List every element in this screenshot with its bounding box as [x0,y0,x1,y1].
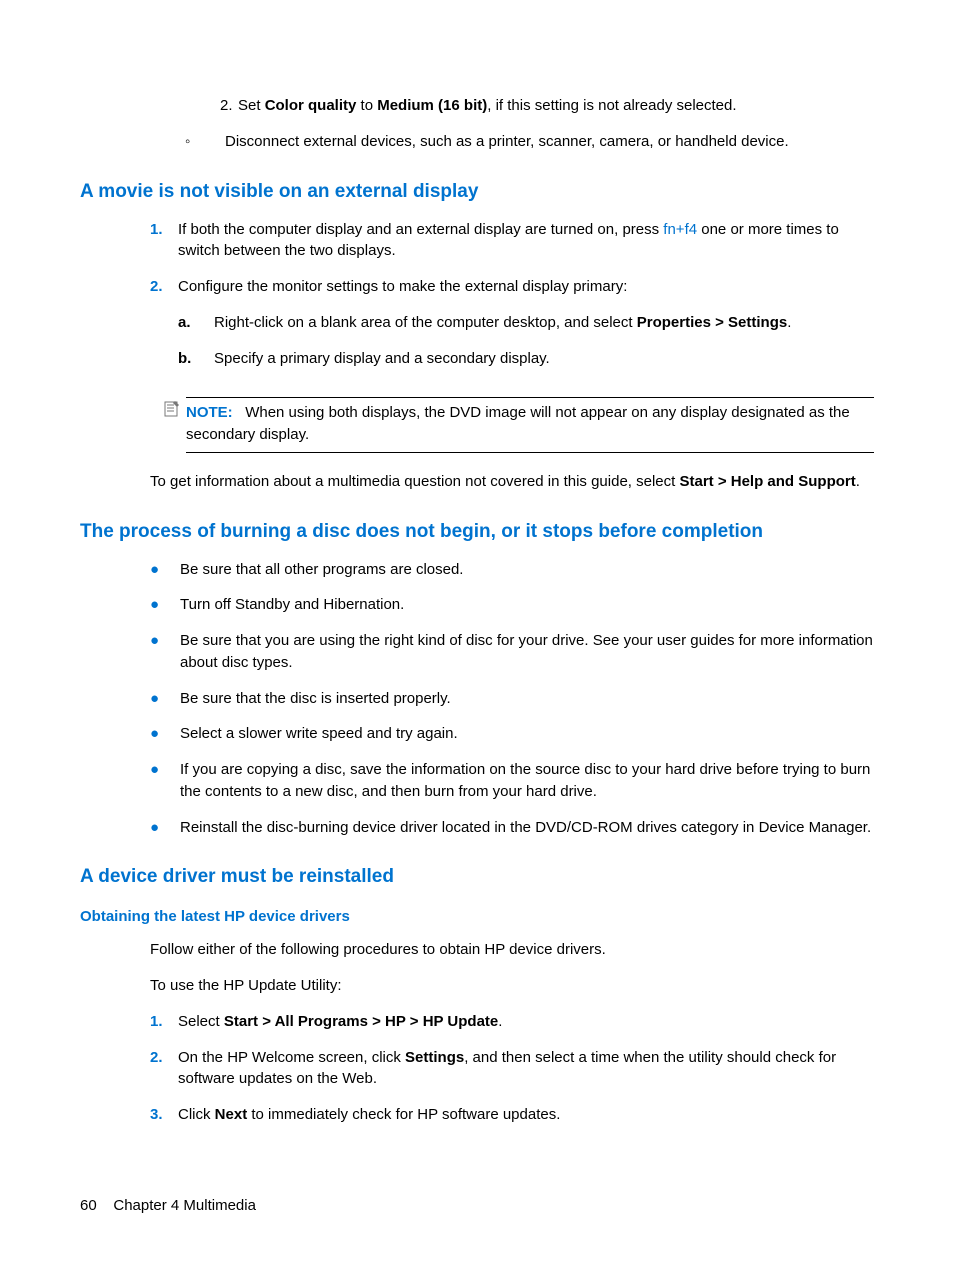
step: 2. Configure the monitor settings to mak… [80,276,874,383]
substep-text: Right-click on a blank area of the compu… [214,312,791,334]
step-number: 2. [80,95,238,117]
sub-step: a. Right-click on a blank area of the co… [178,312,874,334]
step-text: Configure the monitor settings to make t… [178,276,874,383]
movie-steps: 1. If both the computer display and an e… [80,219,874,384]
note-label: NOTE: [186,404,233,421]
list-item: ◦ Disconnect external devices, such as a… [80,131,874,153]
step-number: 1. [80,1011,178,1033]
heading-driver: A device driver must be reinstalled [80,866,874,888]
step-number: 1. [80,219,178,263]
bullet-icon: ● [80,594,180,616]
substep-text: Specify a primary display and a secondar… [214,348,550,370]
page-footer: 60 Chapter 4 Multimedia [80,1197,256,1214]
list-item: ●Be sure that all other programs are clo… [80,559,874,581]
list-item: ●Reinstall the disc-burning device drive… [80,817,874,839]
list-text: Select a slower write speed and try agai… [180,723,458,745]
continued-steps: 2. Set Color quality to Medium (16 bit),… [80,95,874,117]
list-text: If you are copying a disc, save the info… [180,759,874,803]
list-text: Turn off Standby and Hibernation. [180,594,404,616]
note-block: NOTE: When using both displays, the DVD … [164,397,874,453]
list-item: ●Be sure that the disc is inserted prope… [80,688,874,710]
bullet-icon: ● [80,630,180,674]
step-number: 3. [80,1104,178,1126]
paragraph: To use the HP Update Utility: [150,975,874,997]
list-text: Be sure that you are using the right kin… [180,630,874,674]
heading-burn: The process of burning a disc does not b… [80,521,874,543]
list-text: Be sure that all other programs are clos… [180,559,463,581]
step-text: Click Next to immediately check for HP s… [178,1104,874,1126]
list-item: ●Be sure that you are using the right ki… [80,630,874,674]
circle-bullet-list: ◦ Disconnect external devices, such as a… [80,131,874,153]
step-text: Select Start > All Programs > HP > HP Up… [178,1011,874,1033]
chapter-label: Chapter 4 Multimedia [113,1197,256,1214]
heading-movie: A movie is not visible on an external di… [80,181,874,203]
bullet-icon: ● [80,817,180,839]
bullet-icon: ● [80,759,180,803]
note-text: When using both displays, the DVD image … [186,404,850,443]
document-page: 2. Set Color quality to Medium (16 bit),… [0,0,954,1270]
step-text: Set Color quality to Medium (16 bit), if… [238,95,874,117]
note-icon [164,397,184,453]
circle-bullet-icon: ◦ [80,131,225,153]
bullet-icon: ● [80,559,180,581]
obtain-steps: 1. Select Start > All Programs > HP > HP… [80,1011,874,1126]
info-paragraph: To get information about a multimedia qu… [150,471,874,493]
step: 1. If both the computer display and an e… [80,219,874,263]
sub-steps: a. Right-click on a blank area of the co… [178,312,874,370]
sub-step: b. Specify a primary display and a secon… [178,348,874,370]
list-item: ●Turn off Standby and Hibernation. [80,594,874,616]
list-text: Reinstall the disc-burning device driver… [180,817,871,839]
heading-obtaining: Obtaining the latest HP device drivers [80,908,874,925]
list-text: Be sure that the disc is inserted proper… [180,688,451,710]
paragraph: Follow either of the following procedure… [150,939,874,961]
step-text: On the HP Welcome screen, click Settings… [178,1047,874,1091]
step: 2. Set Color quality to Medium (16 bit),… [80,95,874,117]
substep-letter: a. [178,312,214,334]
bullet-icon: ● [80,723,180,745]
step-text: If both the computer display and an exte… [178,219,874,263]
burn-bullets: ●Be sure that all other programs are clo… [80,559,874,839]
page-number: 60 [80,1197,97,1214]
list-text: Disconnect external devices, such as a p… [225,131,789,153]
list-item: ●If you are copying a disc, save the inf… [80,759,874,803]
note-body: NOTE: When using both displays, the DVD … [186,397,874,453]
kbd-link: fn+f4 [663,221,697,238]
step: 3. Click Next to immediately check for H… [80,1104,874,1126]
bullet-icon: ● [80,688,180,710]
step-number: 2. [80,276,178,383]
step-number: 2. [80,1047,178,1091]
substep-letter: b. [178,348,214,370]
step: 2. On the HP Welcome screen, click Setti… [80,1047,874,1091]
step: 1. Select Start > All Programs > HP > HP… [80,1011,874,1033]
list-item: ●Select a slower write speed and try aga… [80,723,874,745]
